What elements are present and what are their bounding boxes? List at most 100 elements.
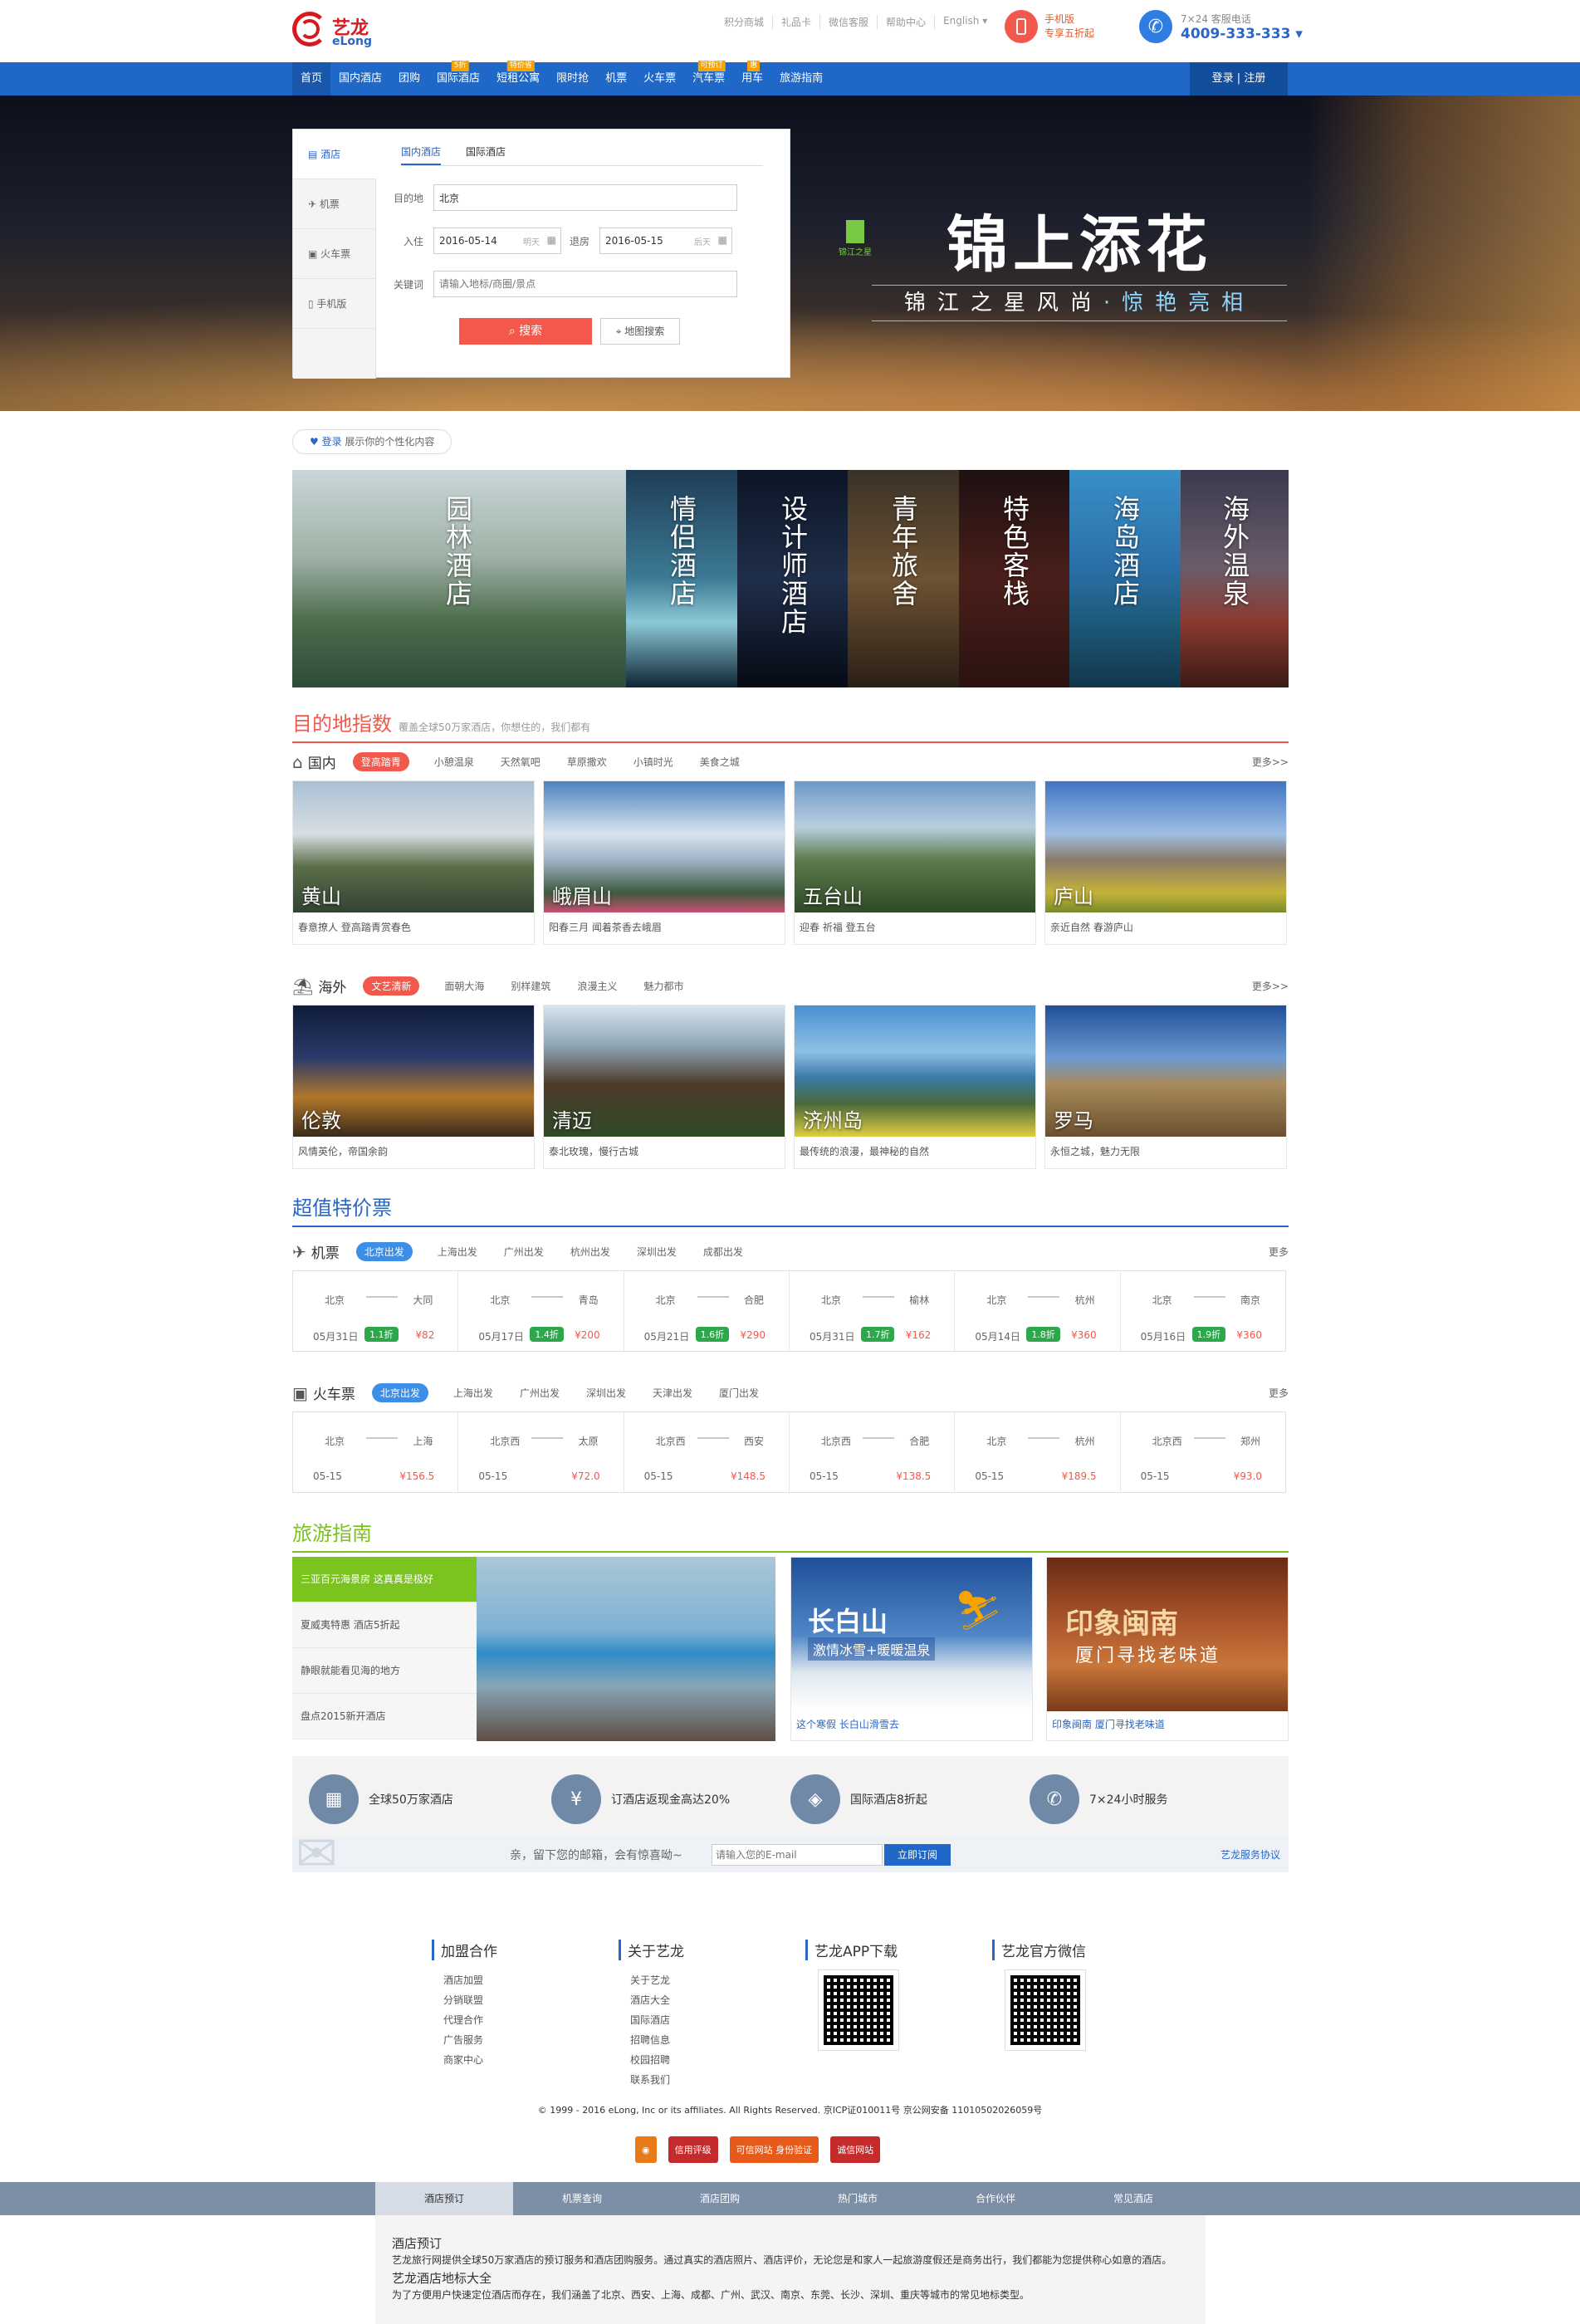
footer-link[interactable]: 代理合作 [432, 2010, 619, 2030]
footer-link[interactable]: 酒店大全 [619, 1990, 805, 2010]
search-button[interactable]: ⌕ 搜索 [459, 318, 592, 345]
option-flight-origin[interactable]: 广州出发 [504, 1245, 544, 1259]
nav-bus[interactable]: 可预订 汽车票 [684, 61, 733, 95]
option-overseas[interactable]: 面朝大海 [444, 979, 484, 993]
chip-flight-origin[interactable]: 北京出发 [355, 1242, 413, 1261]
bottom-tab[interactable]: 合作伙伴 [927, 2182, 1064, 2215]
train-deal[interactable]: 北京西 合肥 05-15 ¥138.5 [790, 1412, 956, 1492]
keyword-input[interactable] [433, 271, 737, 297]
guide-list-item[interactable]: 夏威夷特惠 酒店5折起 [292, 1602, 477, 1648]
dest-card[interactable]: 济州岛 最传统的浪漫，最神秘的自然 [794, 1005, 1036, 1169]
flight-deal[interactable]: 北京 合肥 05月21日 1.6折 ¥290 [624, 1271, 790, 1351]
dest-card[interactable]: 峨眉山 阳春三月 闻着茶香去峨眉 [543, 780, 785, 945]
option-train-origin[interactable]: 广州出发 [520, 1386, 560, 1400]
mobile-promo[interactable]: 手机版 专享五折起 [1005, 10, 1094, 43]
train-deal[interactable]: 北京 上海 05-15 ¥156.5 [293, 1412, 459, 1492]
option-domestic[interactable]: 美食之城 [700, 755, 740, 769]
nav-flash-sale[interactable]: 限时抢 [548, 62, 597, 95]
service-phone[interactable]: ✆ 7×24 客服电话 4009-333-333 ▾ [1139, 10, 1303, 43]
credit-badge[interactable]: 信用评级 [668, 2136, 718, 2163]
link-english[interactable]: English ▾ [935, 15, 995, 29]
train-deal[interactable]: 北京西 郑州 05-15 ¥93.0 [1121, 1412, 1285, 1492]
dest-card[interactable]: 庐山 亲近自然 春游庐山 [1044, 780, 1287, 945]
nav-flights[interactable]: 机票 [597, 62, 635, 95]
chip-domestic[interactable]: 登高踏青 [352, 752, 409, 771]
flight-deal[interactable]: 北京 南京 05月16日 1.9折 ¥360 [1121, 1271, 1285, 1351]
bottom-tab[interactable]: 酒店团购 [651, 2182, 789, 2215]
theme-garden-hotel[interactable]: 园林酒店 [292, 470, 626, 687]
login-register-button[interactable]: 登录 | 注册 [1190, 62, 1288, 95]
footer-link[interactable]: 国际酒店 [619, 2010, 805, 2030]
guide-list-item[interactable]: 静眼就能看见海的地方 [292, 1648, 477, 1694]
flight-deal[interactable]: 北京 榆林 05月31日 1.7折 ¥162 [790, 1271, 956, 1351]
service-agreement-link[interactable]: 艺龙服务协议 [1220, 1847, 1280, 1862]
theme-couple-hotel[interactable]: 情侣酒店 [626, 470, 737, 687]
tab-domestic-hotel[interactable]: 国内酒店 [401, 144, 442, 165]
flight-deal[interactable]: 北京 大同 05月31日 1.1折 ¥82 [293, 1271, 459, 1351]
chip-train-origin[interactable]: 北京出发 [371, 1383, 428, 1402]
nav-intl-hotel[interactable]: 5折 国际酒店 [428, 61, 488, 95]
nav-trains[interactable]: 火车票 [635, 62, 684, 95]
destination-input[interactable] [433, 184, 737, 211]
option-domestic[interactable]: 草原撒欢 [567, 755, 607, 769]
integrity-badge[interactable]: 诚信网站 [830, 2136, 881, 2163]
guide-card-minnan[interactable]: 印象闽南 厦门寻找老味道 印象闽南 厦门寻找老味道 [1046, 1557, 1289, 1741]
footer-link[interactable]: 酒店加盟 [432, 1970, 619, 1990]
link-points-mall[interactable]: 积分商城 [716, 15, 774, 29]
dest-card[interactable]: 五台山 迎春 祈福 登五台 [794, 780, 1036, 945]
flight-deal[interactable]: 北京 杭州 05月14日 1.8折 ¥360 [955, 1271, 1121, 1351]
bottom-tab[interactable]: 机票查询 [513, 2182, 651, 2215]
link-help-center[interactable]: 帮助中心 [878, 15, 936, 29]
guide-list-item[interactable]: 盘点2015新开酒店 [292, 1694, 477, 1739]
option-flight-origin[interactable]: 上海出发 [438, 1245, 477, 1259]
option-domestic[interactable]: 小憩温泉 [434, 755, 474, 769]
flight-deal[interactable]: 北京 青岛 05月17日 1.4折 ¥200 [458, 1271, 624, 1351]
footer-link[interactable]: 关于艺龙 [619, 1970, 805, 1990]
nav-travel-guide[interactable]: 旅游指南 [771, 62, 831, 95]
nav-group-buy[interactable]: 团购 [390, 62, 428, 95]
more-domestic-link[interactable]: 更多>> [1252, 755, 1289, 769]
dest-card[interactable]: 黄山 春意撩人 登高踏青赏春色 [292, 780, 535, 945]
nav-domestic-hotel[interactable]: 国内酒店 [330, 62, 390, 95]
map-search-button[interactable]: ⌖ 地图搜索 [600, 318, 680, 345]
train-deal[interactable]: 北京西 西安 05-15 ¥148.5 [624, 1412, 790, 1492]
option-train-origin[interactable]: 深圳出发 [586, 1386, 626, 1400]
checkout-input[interactable] [599, 228, 732, 254]
personalized-login-pill[interactable]: ♥ 登录 展示你的个性化内容 [292, 429, 452, 454]
dest-card[interactable]: 伦敦 风情英伦，帝国余韵 [292, 1005, 535, 1169]
more-trains-link[interactable]: 更多 [1269, 1386, 1289, 1400]
option-overseas[interactable]: 别样建筑 [511, 979, 550, 993]
option-train-origin[interactable]: 天津出发 [653, 1386, 692, 1400]
footer-link[interactable]: 广告服务 [432, 2030, 619, 2050]
side-tab-flight[interactable]: ✈ 机票 [293, 179, 375, 229]
elong-logo[interactable]: 艺龙 eLong [292, 10, 392, 51]
checkin-input[interactable] [433, 228, 561, 254]
bottom-tab[interactable]: 热门城市 [789, 2182, 927, 2215]
guide-card-changbaishan[interactable]: 长白山 激情冰雪+暖暖温泉 ⛷ 这个寒假 长白山滑雪去 [790, 1557, 1033, 1741]
theme-inn[interactable]: 特色客栈 [959, 470, 1069, 687]
china-trust-badge-icon[interactable]: ◉ [635, 2136, 657, 2163]
guide-featured-image[interactable] [477, 1557, 775, 1741]
side-tab-hotel[interactable]: ▤ 酒店 [293, 130, 376, 179]
email-input[interactable] [712, 1844, 883, 1866]
bottom-tab[interactable]: 酒店预订 [375, 2182, 513, 2215]
footer-link[interactable]: 校园招聘 [619, 2050, 805, 2070]
nav-apartment[interactable]: 特价省 短租公寓 [488, 61, 548, 95]
option-flight-origin[interactable]: 杭州出发 [570, 1245, 610, 1259]
guide-list-item[interactable]: 三亚百元海景房 这真真是极好 [292, 1557, 477, 1602]
option-flight-origin[interactable]: 深圳出发 [637, 1245, 677, 1259]
subscribe-button[interactable]: 立即订阅 [884, 1844, 951, 1866]
tab-intl-hotel[interactable]: 国际酒店 [466, 144, 506, 165]
option-domestic[interactable]: 天然氧吧 [501, 755, 541, 769]
theme-designer-hotel[interactable]: 设计师酒店 [737, 470, 848, 687]
footer-link[interactable]: 商家中心 [432, 2050, 619, 2070]
theme-island-hotel[interactable]: 海岛酒店 [1069, 470, 1181, 687]
bottom-tab[interactable]: 常见酒店 [1064, 2182, 1202, 2215]
footer-link[interactable]: 招聘信息 [619, 2030, 805, 2050]
dest-card[interactable]: 清迈 泰北玫瑰，慢行古城 [543, 1005, 785, 1169]
side-tab-train[interactable]: ▣ 火车票 [293, 229, 375, 279]
option-overseas[interactable]: 浪漫主义 [577, 979, 617, 993]
option-flight-origin[interactable]: 成都出发 [703, 1245, 743, 1259]
more-overseas-link[interactable]: 更多>> [1252, 979, 1289, 993]
theme-youth-hostel[interactable]: 青年旅舍 [848, 470, 959, 687]
